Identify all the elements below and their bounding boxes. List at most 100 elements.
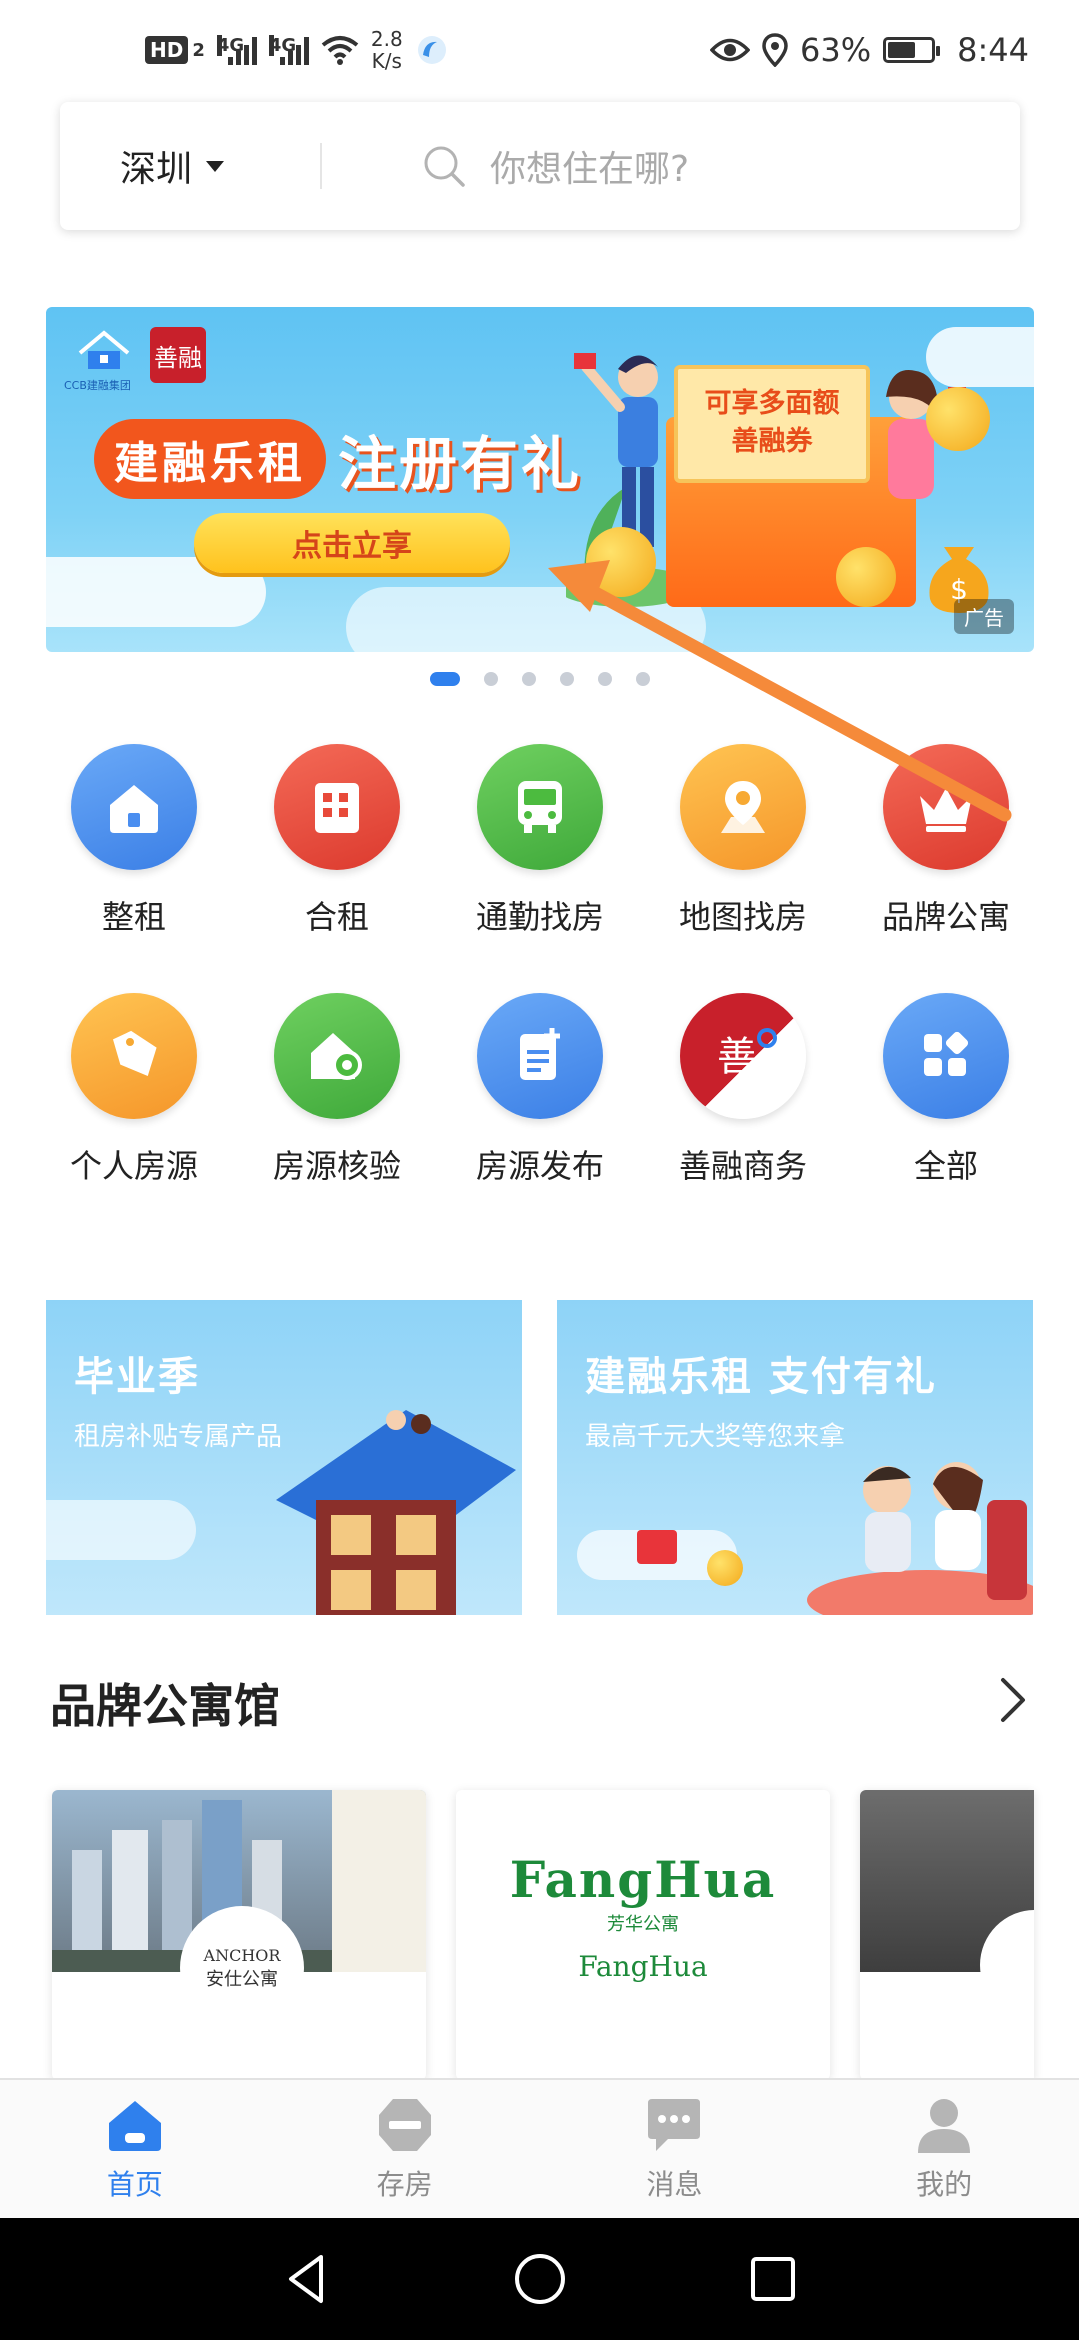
tag-icon xyxy=(71,993,197,1119)
pagination-dot[interactable] xyxy=(429,672,460,686)
promo-card-payment[interactable]: 建融乐租 支付有礼 最高千元大奖等您来拿 xyxy=(557,1300,1033,1615)
clock: 8:44 xyxy=(957,31,1029,69)
brand-logo-small: FangHua xyxy=(578,1950,708,1983)
red-packet-icon xyxy=(637,1530,677,1564)
doc-add-icon xyxy=(477,993,603,1119)
battery-percent: 63% xyxy=(800,31,872,69)
ccb-logo-caption: CCB建融集团 xyxy=(64,379,131,392)
network-label: 4G xyxy=(216,35,245,56)
tab-label: 存房 xyxy=(376,2168,433,2201)
entry-listing-verify[interactable]: 房源核验 xyxy=(249,993,425,1187)
signal-icon: 4G xyxy=(216,35,257,65)
status-left: HD 2 4G 4G 2.8 K/s xyxy=(145,28,449,72)
entry-shared-rent[interactable]: 合租 xyxy=(249,744,425,938)
bus-icon xyxy=(477,744,603,870)
back-icon[interactable] xyxy=(279,2251,335,2307)
entry-shanrong-business[interactable]: 善 善融商务 xyxy=(655,993,831,1187)
entry-label: 整租 xyxy=(101,898,166,936)
tab-deposit[interactable]: 存房 xyxy=(305,2095,505,2203)
banner-title-brand: 建融乐租 xyxy=(94,419,326,499)
home-icon xyxy=(108,2101,161,2151)
pagination-dot[interactable] xyxy=(597,672,612,686)
entry-publish-listing[interactable]: 房源发布 xyxy=(452,993,628,1187)
profile-icon xyxy=(918,2099,971,2153)
entry-all[interactable]: 全部 xyxy=(858,993,1034,1187)
status-right: 63% 8:44 xyxy=(710,31,1029,69)
entry-label: 房源发布 xyxy=(475,1147,604,1185)
entry-map-search[interactable]: 地图找房 xyxy=(655,744,831,938)
brand-logo-large: FangHua xyxy=(509,1850,777,1909)
tab-label: 首页 xyxy=(106,2168,163,2201)
banner-cta-button[interactable]: 点击立享 xyxy=(194,513,510,573)
network-speed: 2.8 K/s xyxy=(371,28,403,72)
promo-title: 毕业季 xyxy=(74,1354,200,1400)
coupon-note-line2: 善融券 xyxy=(731,426,813,457)
couple-illustration xyxy=(807,1462,1033,1615)
entry-label: 合租 xyxy=(304,898,369,936)
house-illustration xyxy=(276,1410,516,1615)
entry-label: 善融商务 xyxy=(678,1147,807,1185)
brand-card-third[interactable] xyxy=(860,1790,1034,2080)
pagination-dot[interactable] xyxy=(635,672,650,686)
quick-entry-row-2: 个人房源 房源核验 房源发布 善 善融商务 全部 xyxy=(46,993,1034,1187)
chevron-right-icon xyxy=(1001,1678,1025,1722)
deposit-icon xyxy=(378,2099,431,2151)
banner-title-headline: 注册有礼 xyxy=(338,430,583,498)
ad-tag: 广告 xyxy=(954,599,1014,634)
section-title: 品牌公寓馆 xyxy=(50,1679,280,1733)
tab-messages[interactable]: 消息 xyxy=(574,2095,774,2203)
brand-card-fanghua[interactable]: FangHua 芳华公寓 FangHua xyxy=(456,1790,830,2080)
search-placeholder: 你想住在哪? xyxy=(490,149,690,190)
pagination-dot[interactable] xyxy=(521,672,536,686)
entry-brand-apartment[interactable]: 品牌公寓 xyxy=(858,744,1034,938)
message-icon xyxy=(648,2099,701,2151)
house-check-icon xyxy=(274,993,400,1119)
coupon-note: 可享多面额 善融券 xyxy=(674,365,870,483)
entry-personal-listing[interactable]: 个人房源 xyxy=(46,993,222,1187)
eye-icon xyxy=(710,38,751,62)
city-label: 深圳 xyxy=(120,149,193,190)
entry-commute-search[interactable]: 通勤找房 xyxy=(452,744,628,938)
entry-label: 通勤找房 xyxy=(475,898,604,936)
brand-name: ANCHOR xyxy=(203,1945,281,1965)
house-icon xyxy=(71,744,197,870)
apps-icon xyxy=(883,993,1009,1119)
promo-banner[interactable]: CCB建融集团 善融 建融乐租 注册有礼 点击立享 可享多面额 善融券 $ 广告 xyxy=(46,307,1034,652)
pagination-dot[interactable] xyxy=(559,672,574,686)
pagination-dot[interactable] xyxy=(483,672,498,686)
chevron-down-icon xyxy=(206,160,225,172)
brand-name-cn: 安仕公寓 xyxy=(206,1968,278,1990)
speed-unit: K/s xyxy=(371,49,402,73)
bottom-tab-bar: 首页 存房 消息 我的 xyxy=(0,2078,1079,2218)
battery-level xyxy=(888,42,915,58)
speed-value: 2.8 xyxy=(370,27,403,51)
entry-label: 个人房源 xyxy=(69,1147,198,1185)
battery-icon xyxy=(883,37,941,63)
tab-label: 我的 xyxy=(916,2168,973,2201)
brand-name-cn: 芳华公寓 xyxy=(607,1914,679,1935)
entry-label: 房源核验 xyxy=(272,1147,401,1185)
entry-whole-rent[interactable]: 整租 xyxy=(46,744,222,938)
brand-card-anchor[interactable]: ANCHOR 安仕公寓 xyxy=(52,1790,426,2080)
entry-label: 品牌公寓 xyxy=(881,898,1010,936)
status-bar: HD 2 4G 4G 2.8 K/s 63% 8:44 xyxy=(0,0,1079,100)
promo-card-graduation[interactable]: 毕业季 租房补贴专属产品 xyxy=(46,1300,522,1615)
recents-icon[interactable] xyxy=(745,2251,801,2307)
shanrong-logo: 善融 xyxy=(150,327,206,383)
section-more-button[interactable] xyxy=(993,1672,1033,1728)
city-selector[interactable]: 深圳 xyxy=(60,140,320,192)
crown-icon xyxy=(883,744,1009,870)
location-icon xyxy=(762,33,788,67)
tab-profile[interactable]: 我的 xyxy=(844,2095,1044,2203)
system-nav-bar xyxy=(0,2218,1079,2340)
home-nav-icon[interactable] xyxy=(512,2251,568,2307)
entry-label: 地图找房 xyxy=(678,898,807,936)
tab-home[interactable]: 首页 xyxy=(35,2095,235,2203)
search-input[interactable]: 你想住在哪? xyxy=(322,140,689,192)
hd-sub: 2 xyxy=(192,39,205,61)
app-notification-icon xyxy=(417,36,446,64)
search-icon xyxy=(424,146,465,187)
map-pin-icon xyxy=(680,744,806,870)
signal-icon-2: 4G xyxy=(268,35,309,65)
coupon-note-line1: 可享多面额 xyxy=(704,388,840,419)
